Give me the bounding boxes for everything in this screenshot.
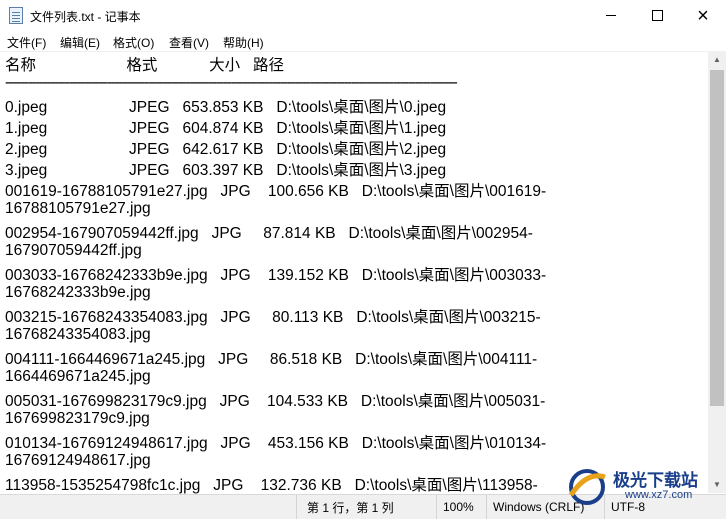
- text-line: 004111-1664469671a245.jpg JPG 86.518 KB …: [5, 351, 538, 368]
- text-line: 0.jpeg JPEG 653.853 KB D:\tools\桌面\图片\0.…: [5, 99, 447, 116]
- text-line: 3.jpeg JPEG 603.397 KB D:\tools\桌面\图片\3.…: [5, 162, 447, 179]
- close-button[interactable]: ×: [680, 0, 726, 31]
- scroll-up-arrow-icon[interactable]: ▲: [708, 51, 726, 68]
- text-line: 1664469671a245.jpg: [5, 368, 151, 385]
- aurora-logo-icon: [568, 469, 606, 505]
- text-line: 113958-1535254798fc1c.jpg JPG 132.736 KB…: [5, 477, 538, 494]
- text-line: 005031-167699823179c9.jpg JPG 104.533 KB…: [5, 393, 546, 410]
- menu-bar: 文件(F) 编辑(E) 格式(O) 查看(V) 帮助(H): [0, 31, 726, 51]
- watermark-name: 极光下载站: [613, 471, 698, 490]
- zoom-level: 100%: [436, 495, 486, 519]
- minimize-icon: [606, 15, 616, 16]
- close-icon: ×: [697, 4, 709, 27]
- text-line: 1.jpeg JPEG 604.874 KB D:\tools\桌面\图片\1.…: [5, 120, 447, 137]
- maximize-button[interactable]: [634, 0, 680, 31]
- scroll-thumb[interactable]: [710, 70, 724, 406]
- text-line: 002954-167907059442ff.jpg JPG 87.814 KB …: [5, 225, 533, 242]
- minimize-button[interactable]: [588, 0, 634, 31]
- text-line: 003215-16768243354083.jpg JPG 80.113 KB …: [5, 309, 541, 326]
- text-line: 16788105791e27.jpg: [5, 200, 151, 217]
- window-title: 文件列表.txt - 记事本: [30, 10, 141, 24]
- menu-help[interactable]: 帮助(H): [223, 34, 264, 51]
- title-bar: 文件列表.txt - 记事本 ×: [0, 0, 726, 31]
- text-line: ----------------------------------------…: [5, 74, 458, 91]
- watermark-url: www.xz7.com: [625, 489, 693, 501]
- vertical-scrollbar[interactable]: ▲ ▼: [708, 51, 726, 493]
- menu-file[interactable]: 文件(F): [7, 34, 46, 51]
- menu-format[interactable]: 格式(O): [113, 34, 154, 51]
- text-line: 003033-16768242333b9e.jpg JPG 139.152 KB…: [5, 267, 547, 284]
- text-editor[interactable]: 名称 格式 大小 路径 ----------------------------…: [0, 51, 708, 494]
- text-line: 167907059442ff.jpg: [5, 242, 142, 259]
- watermark-logo: 极光下载站 www.xz7.com: [565, 463, 725, 511]
- text-line: 16768242333b9e.jpg: [5, 284, 151, 301]
- menu-view[interactable]: 查看(V): [169, 34, 209, 51]
- text-line: 16769124948617.jpg: [5, 452, 151, 469]
- text-line: 16768243354083.jpg: [5, 326, 151, 343]
- maximize-icon: [651, 10, 663, 21]
- text-line: 名称 格式 大小 路径: [5, 57, 285, 74]
- text-line: 167699823179c9.jpg: [5, 410, 150, 427]
- notepad-icon: [9, 7, 23, 24]
- text-line: 2.jpeg JPEG 642.617 KB D:\tools\桌面\图片\2.…: [5, 141, 447, 158]
- text-line: 001619-16788105791e27.jpg JPG 100.656 KB…: [5, 183, 547, 200]
- cursor-position: 第 1 行，第 1 列: [296, 495, 436, 519]
- menu-edit[interactable]: 编辑(E): [60, 34, 100, 51]
- text-line: 010134-16769124948617.jpg JPG 453.156 KB…: [5, 435, 547, 452]
